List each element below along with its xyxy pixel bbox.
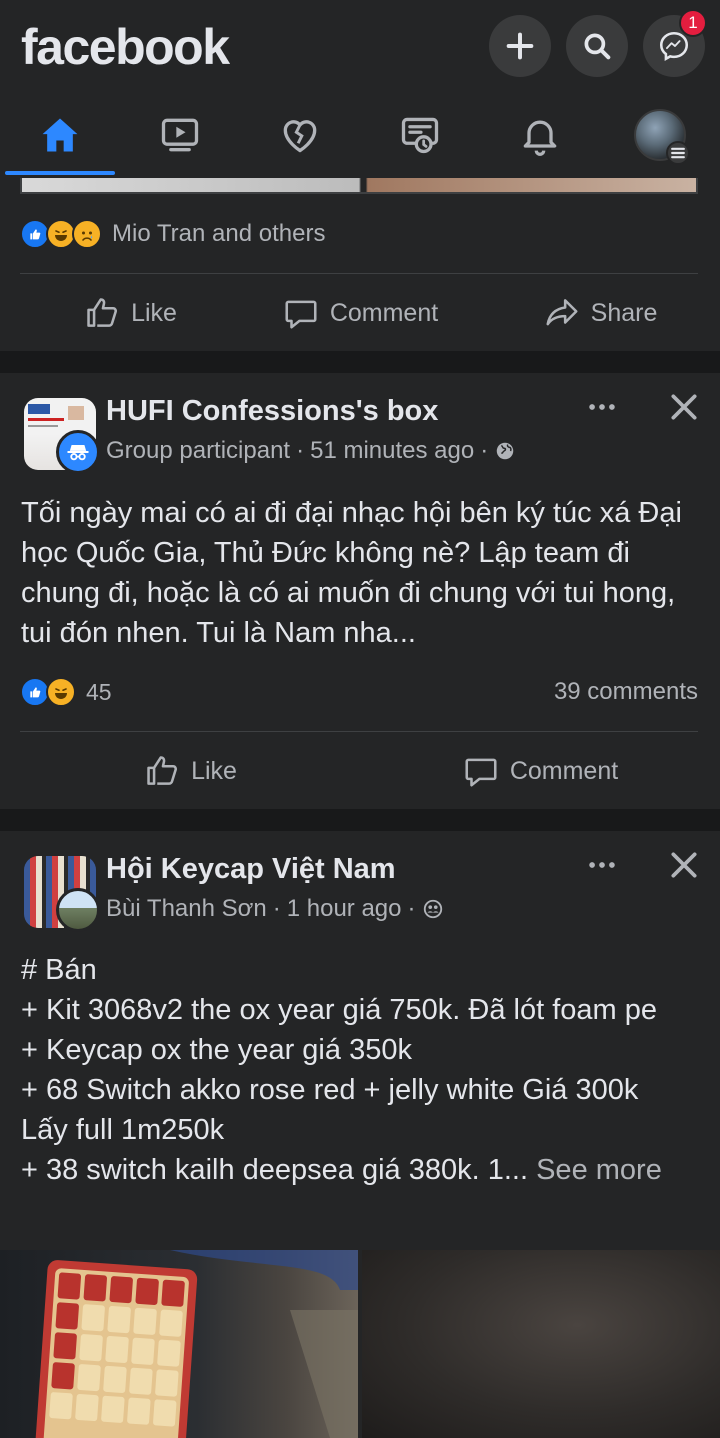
divider [20, 273, 698, 274]
post-media-partial[interactable] [20, 178, 698, 194]
plus-icon [506, 32, 534, 60]
more-icon [589, 404, 615, 410]
haha-reaction-icon [46, 677, 76, 707]
post-line: + Kit 3068v2 the ox year giá 750k. Đã ló… [21, 994, 657, 1026]
anonymous-participant-icon [56, 430, 100, 474]
more-icon [589, 862, 615, 868]
comment-label: Comment [509, 756, 619, 785]
post-meta: Bùi Thanh Sơn · 1 hour ago · [106, 895, 444, 923]
hide-post-button[interactable] [664, 387, 704, 427]
like-button[interactable]: Like [100, 743, 280, 799]
top-app-bar: facebook 1 [0, 0, 720, 178]
sad-reaction-icon [72, 219, 102, 249]
post-line: + 38 switch kailh deepsea giá 380k. 1... [21, 1154, 529, 1186]
like-button[interactable]: Like [40, 285, 220, 341]
share-button[interactable]: Share [520, 285, 680, 341]
post-avatar[interactable] [24, 856, 100, 932]
tab-dating[interactable] [240, 96, 360, 174]
group-name[interactable]: HUFI Confessions's box [106, 395, 438, 428]
author-role[interactable]: Group participant [106, 437, 290, 465]
comment-icon [465, 758, 497, 787]
comment-button[interactable]: Comment [265, 285, 455, 341]
heart-icon [283, 120, 317, 153]
hide-post-button[interactable] [664, 845, 704, 885]
menu-icon [666, 141, 690, 165]
post-line-last: + 38 switch kailh deepsea giá 380k. 1...… [21, 1150, 693, 1190]
tab-memories[interactable] [360, 96, 480, 174]
reactions-summary[interactable]: Mio Tran and others [20, 214, 325, 254]
divider [20, 731, 698, 732]
keyboard-photo [34, 1250, 358, 1438]
comment-button[interactable]: Comment [445, 743, 635, 799]
author-avatar [56, 888, 100, 932]
post-options-button[interactable] [576, 845, 628, 885]
post-text[interactable]: # Bán + Kit 3068v2 the ox year giá 750k.… [21, 950, 693, 1190]
like-icon [87, 298, 118, 327]
tab-watch[interactable] [120, 96, 240, 174]
meta-separator: · [272, 895, 281, 922]
create-button[interactable] [489, 15, 551, 77]
video-icon [161, 118, 199, 152]
post-text[interactable]: Tối ngày mai có ai đi đại nhạc hội bên k… [21, 493, 701, 653]
meta-separator: · [296, 437, 305, 464]
home-icon [42, 118, 78, 152]
reactions-summary[interactable]: 45 [20, 672, 112, 712]
like-icon [147, 756, 178, 785]
post-options-button[interactable] [576, 387, 628, 427]
tab-home[interactable] [0, 96, 120, 174]
active-tab-indicator [5, 171, 115, 175]
close-icon [671, 852, 697, 878]
post-photo[interactable] [362, 1250, 720, 1438]
globe-icon [496, 442, 514, 460]
post-time[interactable]: 1 hour ago [287, 895, 402, 923]
tab-menu[interactable] [600, 96, 720, 174]
share-icon [546, 299, 578, 326]
like-label: Like [131, 298, 177, 327]
share-label: Share [590, 298, 658, 327]
meta-separator: · [480, 437, 489, 464]
author-name[interactable]: Bùi Thanh Sơn [106, 895, 267, 923]
post-time[interactable]: 51 minutes ago [310, 437, 474, 465]
feed-post: HUFI Confessions's box Group participant… [0, 373, 720, 809]
post-meta: Group participant · 51 minutes ago · [106, 437, 516, 465]
post-line: + 68 Switch akko rose red + jelly white … [21, 1074, 639, 1146]
messenger-button[interactable]: 1 [643, 9, 707, 77]
post-photo[interactable] [0, 1250, 358, 1438]
meta-separator: · [407, 895, 416, 922]
reactions-text: Mio Tran and others [112, 220, 326, 247]
tab-notifications[interactable] [480, 96, 600, 174]
post-line: # Bán [21, 954, 97, 986]
comment-icon [285, 300, 317, 329]
comment-label: Comment [329, 298, 439, 327]
post-avatar[interactable] [24, 398, 100, 474]
bell-icon [523, 120, 557, 156]
group-name[interactable]: Hội Keycap Việt Nam [106, 853, 396, 886]
reaction-count: 45 [86, 678, 112, 705]
members-icon [423, 899, 442, 919]
facebook-logo[interactable]: facebook [21, 18, 230, 76]
feed-post: Mio Tran and others Like Comment Share [0, 178, 720, 351]
search-icon [584, 33, 611, 60]
comments-count[interactable]: 39 comments [554, 678, 698, 706]
main-tab-bar [0, 96, 720, 178]
memories-icon [401, 117, 439, 154]
post-line: + Keycap ox the year giá 350k [21, 1034, 412, 1066]
like-label: Like [191, 756, 237, 785]
notification-badge: 1 [679, 9, 707, 37]
see-more-link[interactable]: See more [536, 1154, 662, 1186]
profile-avatar [634, 109, 690, 165]
search-button[interactable] [566, 15, 628, 77]
close-icon [671, 394, 697, 420]
